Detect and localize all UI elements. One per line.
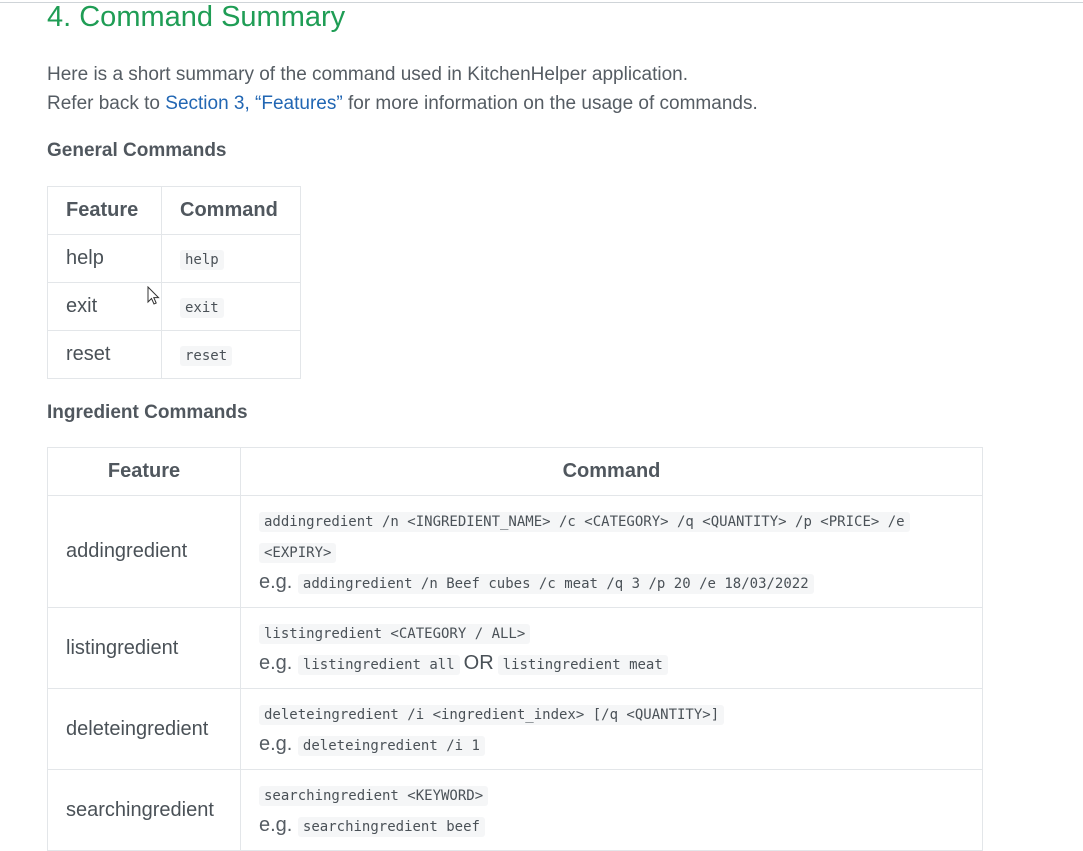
- ingredient-commands-heading: Ingredient Commands: [47, 402, 248, 423]
- features-section-link[interactable]: Section 3, “Features”: [165, 93, 342, 114]
- command-example-alt: listingredient meat: [497, 655, 668, 675]
- feature-cell: reset: [47, 330, 162, 379]
- command-column-header: Command: [161, 186, 301, 235]
- feature-cell: addingredient: [47, 495, 241, 608]
- example-label: e.g.: [259, 733, 293, 755]
- example-label: e.g.: [259, 652, 293, 674]
- table-header-row: Feature Command: [47, 447, 983, 496]
- example-label: e.g.: [259, 571, 293, 593]
- mouse-pointer-icon: [147, 286, 160, 305]
- command-syntax: listingredient <CATEGORY / ALL>: [259, 624, 531, 644]
- feature-column-header: Feature: [47, 186, 162, 235]
- intro-suffix: for more information on the usage of com…: [342, 93, 758, 114]
- command-code: help: [180, 250, 224, 270]
- command-syntax: deleteingredient /i <ingredient_index> […: [259, 705, 725, 725]
- feature-cell: exit: [47, 282, 162, 331]
- command-cell: help: [161, 234, 301, 283]
- command-code: reset: [180, 346, 233, 366]
- intro-line-2: Refer back to Section 3, “Features” for …: [47, 89, 758, 118]
- command-example: addingredient /n Beef cubes /c meat /q 3…: [297, 574, 814, 594]
- command-cell: searchingredient <KEYWORD> e.g. searchin…: [240, 769, 983, 851]
- table-row: listingredient listingredient <CATEGORY …: [47, 607, 983, 689]
- command-cell: listingredient <CATEGORY / ALL> e.g. lis…: [240, 607, 983, 689]
- or-separator: OR: [463, 652, 494, 674]
- table-row: reset reset: [47, 330, 301, 379]
- intro-paragraph: Here is a short summary of the command u…: [47, 60, 758, 118]
- ingredient-commands-table: Feature Command addingredient addingredi…: [47, 447, 983, 851]
- table-row: help help: [47, 234, 301, 283]
- command-syntax: addingredient /n <INGREDIENT_NAME> /c <C…: [259, 512, 910, 532]
- intro-line-1: Here is a short summary of the command u…: [47, 64, 689, 85]
- example-label: e.g.: [259, 814, 293, 836]
- command-example: searchingredient beef: [297, 817, 485, 837]
- command-cell: reset: [161, 330, 301, 379]
- command-code: exit: [180, 298, 224, 318]
- general-commands-table: Feature Command help help exit exit rese…: [47, 186, 301, 379]
- command-syntax-continued: <EXPIRY>: [259, 543, 337, 563]
- intro-prefix: Refer back to: [47, 93, 166, 114]
- table-row: deleteingredient deleteingredient /i <in…: [47, 688, 983, 770]
- command-cell: deleteingredient /i <ingredient_index> […: [240, 688, 983, 770]
- table-row: exit exit: [47, 282, 301, 331]
- command-cell: exit: [161, 282, 301, 331]
- feature-cell: listingredient: [47, 607, 241, 689]
- table-row: searchingredient searchingredient <KEYWO…: [47, 769, 983, 851]
- command-cell: addingredient /n <INGREDIENT_NAME> /c <C…: [240, 495, 983, 608]
- command-column-header: Command: [240, 447, 983, 496]
- feature-cell: searchingredient: [47, 769, 241, 851]
- table-row: addingredient addingredient /n <INGREDIE…: [47, 495, 983, 608]
- command-example: listingredient all: [297, 655, 460, 675]
- section-title: 4. Command Summary: [47, 1, 346, 33]
- feature-column-header: Feature: [47, 447, 241, 496]
- command-syntax: searchingredient <KEYWORD>: [259, 786, 489, 806]
- command-example: deleteingredient /i 1: [297, 736, 485, 756]
- feature-cell: deleteingredient: [47, 688, 241, 770]
- table-header-row: Feature Command: [47, 186, 301, 235]
- feature-cell: help: [47, 234, 162, 283]
- general-commands-heading: General Commands: [47, 140, 227, 161]
